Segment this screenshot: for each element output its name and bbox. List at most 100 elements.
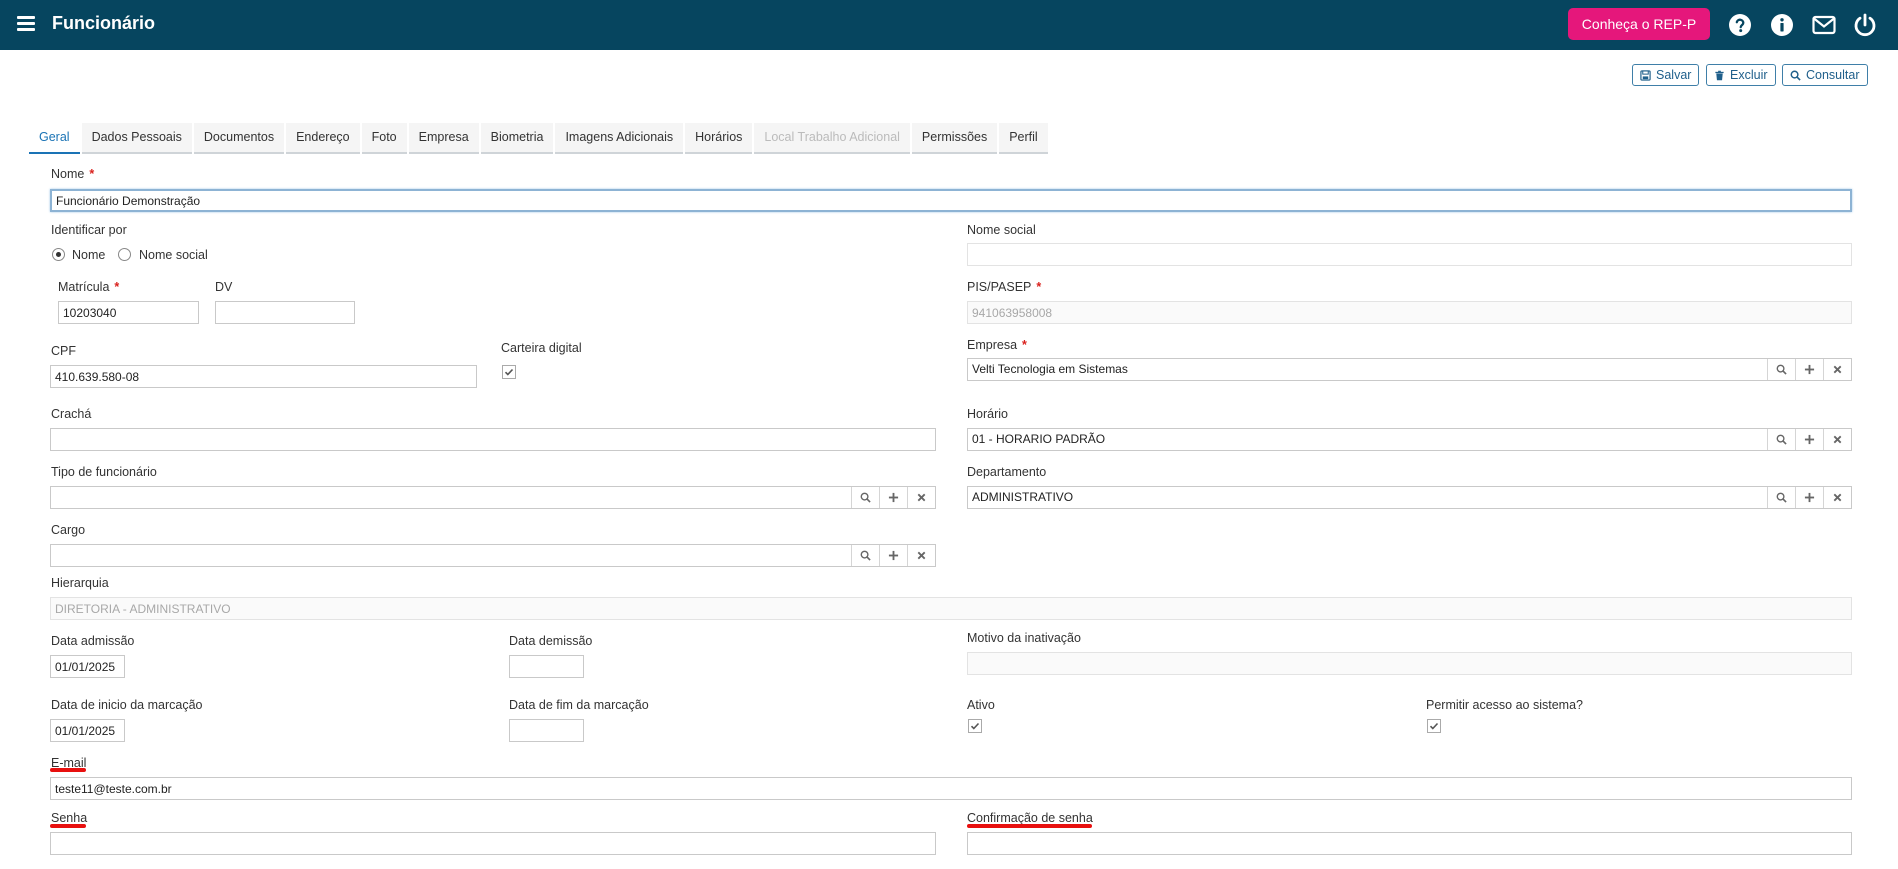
search-button[interactable]: Consultar — [1782, 64, 1868, 86]
cargo-lookup — [50, 544, 936, 567]
senha-annotation-underline — [50, 824, 86, 828]
horario-lookup: 01 - HORARIO PADRÃO — [967, 428, 1852, 451]
envelope-icon[interactable] — [1812, 13, 1836, 37]
departamento-label: Departamento — [967, 465, 1047, 479]
data-admissao-label: Data admissão — [51, 634, 135, 648]
info-circle-icon[interactable] — [1770, 13, 1794, 37]
tipo-funcionario-lookup — [50, 486, 936, 509]
rep-p-button[interactable]: Conheça o REP-P — [1568, 8, 1710, 40]
hierarquia-input — [50, 597, 1852, 620]
radio-nome[interactable] — [52, 248, 65, 261]
nome-social-label: Nome social — [967, 223, 1036, 237]
departamento-value[interactable]: ADMINISTRATIVO — [968, 487, 1767, 508]
departamento-lookup: ADMINISTRATIVO — [967, 486, 1852, 509]
dv-input[interactable] — [215, 301, 355, 324]
radio-nome-label: Nome — [72, 248, 106, 262]
nome-label: Nome * — [51, 167, 95, 181]
data-demissao-input[interactable] — [509, 655, 584, 678]
power-icon[interactable] — [1853, 13, 1877, 37]
confirmacao-senha-annotation-underline — [967, 824, 1092, 828]
permitir-acesso-checkbox[interactable] — [1427, 719, 1441, 733]
data-fim-marcacao-label: Data de fim da marcação — [509, 698, 649, 712]
empresa-value[interactable]: Velti Tecnologia em Sistemas — [968, 359, 1767, 380]
tab-permissoes[interactable]: Permissões — [911, 123, 998, 154]
horario-label: Horário — [967, 407, 1008, 421]
carteira-digital-label: Carteira digital — [501, 341, 582, 355]
empresa-lookup: Velti Tecnologia em Sistemas — [967, 358, 1852, 381]
matricula-input[interactable] — [58, 301, 199, 324]
tab-horarios[interactable]: Horários — [685, 123, 753, 154]
tipo-funcionario-clear-icon[interactable] — [907, 487, 935, 508]
horario-add-icon[interactable] — [1795, 429, 1823, 450]
motivo-inativacao-input[interactable] — [967, 652, 1852, 675]
cracha-label: Crachá — [51, 407, 92, 421]
radio-nome-social-label: Nome social — [139, 248, 208, 262]
departamento-add-icon[interactable] — [1795, 487, 1823, 508]
data-admissao-input[interactable] — [50, 655, 125, 678]
checkmark-icon — [504, 368, 514, 376]
ativo-label: Ativo — [967, 698, 995, 712]
top-bar: Funcionário Conheça o REP-P — [0, 0, 1898, 50]
horario-search-icon[interactable] — [1767, 429, 1795, 450]
pis-pasep-input — [967, 301, 1852, 324]
tab-empresa[interactable]: Empresa — [408, 123, 479, 154]
tab-documentos[interactable]: Documentos — [193, 123, 285, 154]
cargo-value[interactable] — [51, 545, 851, 566]
horario-clear-icon[interactable] — [1823, 429, 1851, 450]
tipo-funcionario-value[interactable] — [51, 487, 851, 508]
empresa-add-icon[interactable] — [1795, 359, 1823, 380]
cargo-search-icon[interactable] — [851, 545, 879, 566]
checkmark-icon — [1429, 722, 1439, 730]
departamento-clear-icon[interactable] — [1823, 487, 1851, 508]
tab-geral[interactable]: Geral — [29, 123, 80, 154]
matricula-label: Matrícula * — [58, 280, 120, 294]
save-button[interactable]: Salvar — [1632, 64, 1700, 86]
trash-icon — [1715, 70, 1724, 80]
nome-social-input[interactable] — [967, 243, 1852, 266]
tab-bar: Geral Dados Pessoais Documentos Endereço… — [29, 123, 1050, 154]
delete-button[interactable]: Excluir — [1706, 64, 1776, 86]
email-input[interactable] — [50, 777, 1852, 800]
email-annotation-underline — [50, 768, 86, 772]
question-circle-icon[interactable] — [1728, 13, 1752, 37]
checkmark-icon — [970, 722, 980, 730]
hierarquia-label: Hierarquia — [51, 576, 109, 590]
tipo-funcionario-add-icon[interactable] — [879, 487, 907, 508]
confirmacao-senha-label: Confirmação de senha — [967, 811, 1093, 825]
tab-imagens-adicionais[interactable]: Imagens Adicionais — [555, 123, 684, 154]
cargo-clear-icon[interactable] — [907, 545, 935, 566]
carteira-digital-checkbox[interactable] — [502, 365, 516, 379]
search-button-label: Consultar — [1806, 68, 1860, 82]
horario-value[interactable]: 01 - HORARIO PADRÃO — [968, 429, 1767, 450]
search-icon — [1790, 70, 1801, 81]
tipo-funcionario-search-icon[interactable] — [851, 487, 879, 508]
confirmacao-senha-input[interactable] — [967, 832, 1852, 855]
permitir-acesso-label: Permitir acesso ao sistema? — [1426, 698, 1584, 712]
tab-foto[interactable]: Foto — [361, 123, 407, 154]
senha-input[interactable] — [50, 832, 936, 855]
radio-nome-social[interactable] — [118, 248, 131, 261]
nome-input[interactable] — [50, 189, 1852, 212]
hamburger-menu-icon[interactable] — [17, 16, 35, 32]
delete-button-label: Excluir — [1730, 68, 1768, 82]
tab-biometria[interactable]: Biometria — [480, 123, 554, 154]
dv-label: DV — [215, 280, 233, 294]
data-inicio-marcacao-input[interactable] — [50, 719, 125, 742]
floppy-disk-icon — [1640, 69, 1651, 81]
empresa-clear-icon[interactable] — [1823, 359, 1851, 380]
cpf-input[interactable] — [50, 365, 477, 388]
cracha-input[interactable] — [50, 428, 936, 451]
tab-endereco[interactable]: Endereço — [286, 123, 360, 154]
tab-perfil[interactable]: Perfil — [999, 123, 1048, 154]
empresa-search-icon[interactable] — [1767, 359, 1795, 380]
departamento-search-icon[interactable] — [1767, 487, 1795, 508]
data-fim-marcacao-input[interactable] — [509, 719, 584, 742]
ativo-checkbox[interactable] — [968, 719, 982, 733]
tab-dados-pessoais[interactable]: Dados Pessoais — [81, 123, 192, 154]
empresa-label: Empresa * — [967, 338, 1027, 352]
tipo-funcionario-label: Tipo de funcionário — [51, 465, 157, 479]
cargo-label: Cargo — [51, 523, 86, 537]
cargo-add-icon[interactable] — [879, 545, 907, 566]
cpf-label: CPF — [51, 344, 76, 358]
senha-label: Senha — [51, 811, 88, 825]
